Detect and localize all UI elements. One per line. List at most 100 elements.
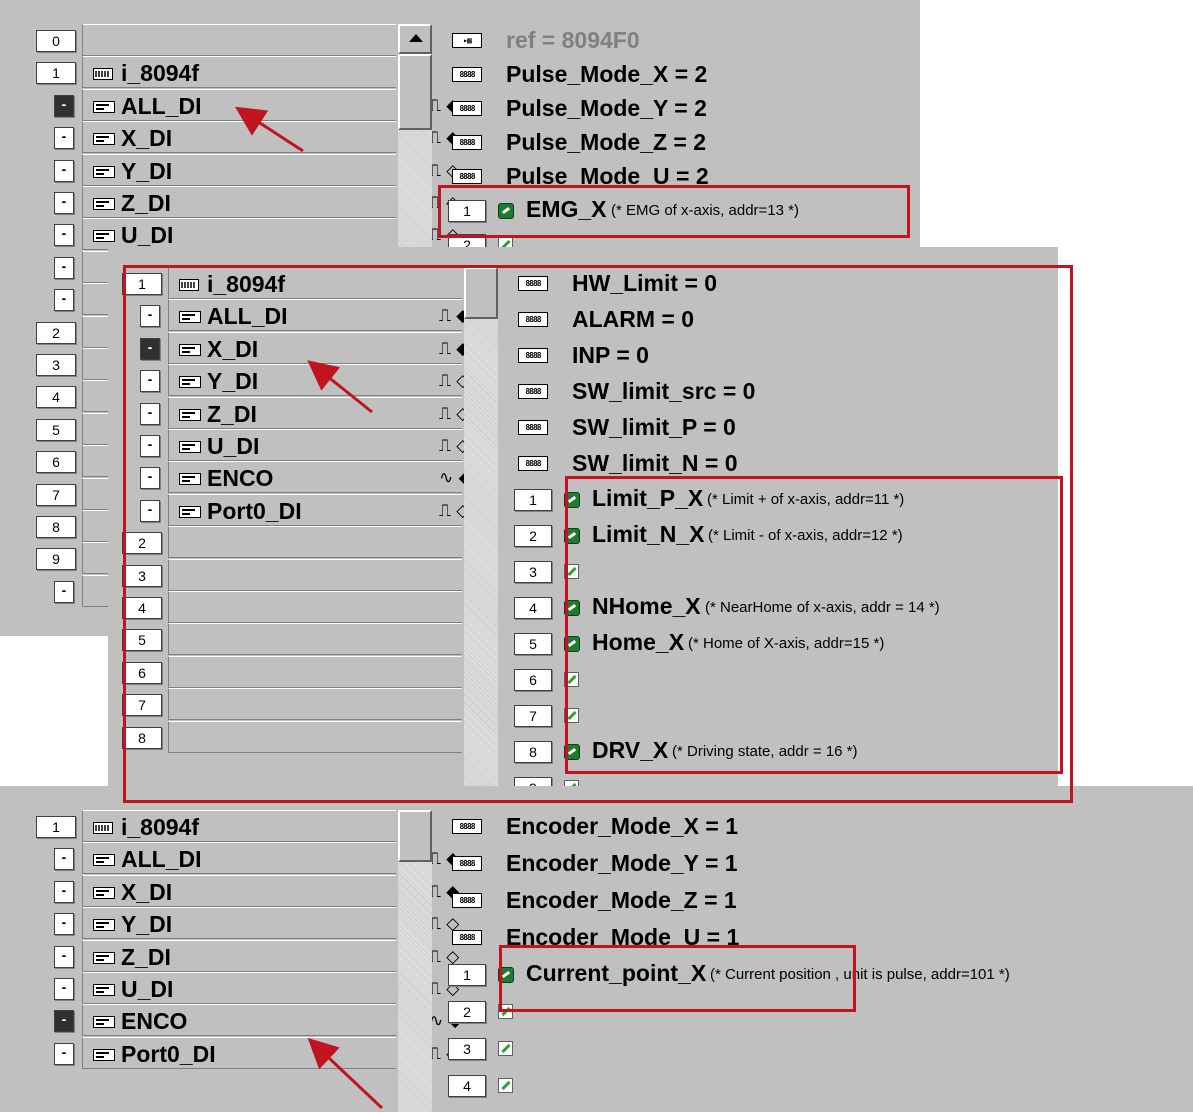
tree-cell[interactable]: ALL_DI ⎍ ◆ [82,88,459,121]
board-icon [93,67,113,85]
row-expand-box[interactable]: - [54,289,74,312]
row-index-box[interactable]: 7 [36,483,76,506]
module-name: ENCO [121,1008,188,1035]
tree-cell[interactable]: Y_DI ⎍ ◇ [82,153,459,186]
module-name: X_DI [121,878,173,905]
row-expand-box[interactable]: - [54,580,74,603]
variable-index-box[interactable]: 1 [448,964,486,986]
variable-index-box[interactable]: 3 [448,1038,486,1060]
highlight-emg-x [438,185,910,238]
parameter-text: Pulse_Mode_Y = 2 [506,95,707,121]
row-expand-box[interactable]: - [54,1042,74,1065]
row-expand-box[interactable]: - [54,224,74,247]
tree-row[interactable]: 1 i_8094f [0,810,396,843]
module-icon [93,132,115,150]
variable-index-box[interactable]: 2 [448,1001,486,1023]
row-expand-box[interactable]: - [54,848,74,871]
parameter-row[interactable]: 8888 Pulse_Mode_Y = 2 [434,92,920,126]
parameter-icon: 8888 [452,101,482,116]
row-expand-box[interactable]: - [54,880,74,903]
tree-row[interactable]: 0 [0,24,396,57]
tree-cell[interactable]: Z_DI ⎍ ◇ [82,186,459,218]
parameter-icon: 8888 [452,135,482,150]
row-index-box[interactable]: 4 [36,386,76,409]
module-name: U_DI [121,222,174,249]
module-name: Port0_DI [121,1040,216,1067]
row-index-box[interactable]: 5 [36,418,76,441]
tree-cell[interactable]: ALL_DI ⎍ ◆ [82,842,459,875]
module-tree-scrollbar[interactable] [398,810,432,1112]
tree-row[interactable]: - X_DI ⎍ ◆ [0,121,459,154]
row-index-box[interactable]: 1 [36,62,76,85]
tree-row[interactable]: - ALL_DI ⎍ ◆ [0,88,459,122]
parameter-row[interactable]: 8888 Pulse_Mode_Z = 2 [434,126,920,160]
row-expand-box[interactable]: - [54,256,74,279]
tree-cell[interactable]: i_8094f [82,56,396,89]
parameter-row[interactable]: 8888 Encoder_Mode_X = 1 [434,810,1193,844]
module-name: U_DI [121,976,174,1002]
row-index-box[interactable]: 8 [36,516,76,538]
row-index-box[interactable]: 1 [36,816,76,838]
tree-cell[interactable]: Y_DI ⎍ ◇ [82,907,459,940]
tree-cell[interactable]: U_DI ⎍ ◇ [82,972,459,1004]
tree-row[interactable]: - ENCO ∿ ◆ [0,1004,462,1037]
tree-row[interactable]: - Port0_DI ⎍ ◇ [0,1036,459,1070]
parameter-icon: 8888 [452,67,482,82]
tree-cell[interactable]: Z_DI ⎍ ◇ [82,939,459,972]
row-index-box[interactable]: 0 [36,30,76,52]
module-icon [93,918,115,936]
scroll-thumb[interactable] [398,810,432,862]
empty-variable-row[interactable]: 4 [434,1069,1193,1103]
parameter-text: Encoder_Mode_X = 1 [506,813,738,839]
tree-row[interactable]: - Y_DI ⎍ ◇ [0,907,459,940]
row-index-box[interactable]: 3 [36,354,76,376]
tree-cell[interactable]: U_DI ⎍ ◇ [82,218,459,251]
module-icon [93,983,115,1001]
tree-cell[interactable] [82,24,396,56]
tree-cell[interactable]: Port0_DI ⎍ ◇ [82,1036,459,1069]
variable-index-box[interactable]: 4 [448,1075,486,1097]
tree-row[interactable]: - Z_DI ⎍ ◇ [0,939,459,973]
scroll-up-arrow[interactable] [398,24,432,54]
parameter-row[interactable]: 8888 Encoder_Mode_Z = 1 [434,884,1193,918]
row-expand-box[interactable]: - [54,913,74,936]
tree-cell[interactable]: i_8094f [82,810,396,842]
module-name: X_DI [121,125,173,152]
parameter-text: ref = 8094F0 [506,27,640,53]
tree-row[interactable]: 1 i_8094f [0,56,396,89]
parameter-row[interactable]: 8888 Encoder_Mode_Y = 1 [434,847,1193,881]
empty-variable-row[interactable]: 3 [434,1032,1193,1066]
row-expand-box[interactable]: - [54,1010,74,1033]
tree-row[interactable]: - U_DI ⎍ ◇ [0,972,459,1005]
scroll-thumb[interactable] [398,54,432,130]
row-index-box[interactable]: 9 [36,548,76,571]
parameter-text: Pulse_Mode_X = 2 [506,61,708,87]
module-icon [93,853,115,871]
parameter-row[interactable]: 8888 Pulse_Mode_X = 2 [434,58,920,92]
parameter-icon: 8888 [452,856,482,871]
tree-row[interactable]: - Z_DI ⎍ ◇ [0,186,459,219]
parameter-text: Encoder_Mode_Y = 1 [506,850,738,876]
tree-cell[interactable]: X_DI ⎍ ◆ [82,874,459,907]
row-index-box[interactable]: 6 [36,451,76,474]
row-index-box[interactable]: 2 [36,321,76,344]
tree-cell[interactable]: X_DI ⎍ ◆ [82,121,459,154]
module-icon [93,951,115,969]
ref-row[interactable]: ▸▦ ref = 8094F0 [434,24,920,58]
row-expand-box[interactable]: - [54,127,74,150]
module-name: Z_DI [121,943,171,970]
tree-cell[interactable]: ENCO ∿ ◆ [82,1004,462,1037]
row-expand-box[interactable]: - [54,945,74,968]
parameter-icon: 8888 [452,169,482,184]
tree-row[interactable]: - X_DI ⎍ ◆ [0,874,459,908]
tree-row[interactable]: - Y_DI ⎍ ◇ [0,153,459,187]
module-icon [93,229,115,247]
parameter-text: Encoder_Mode_Z = 1 [506,887,737,913]
row-expand-box[interactable]: - [54,94,74,117]
parameter-icon: 8888 [452,819,482,834]
module-name: ALL_DI [121,846,202,873]
row-expand-box[interactable]: - [54,978,74,1000]
tree-row[interactable]: - ALL_DI ⎍ ◆ [0,842,459,875]
row-expand-box[interactable]: - [54,192,74,214]
row-expand-box[interactable]: - [54,159,74,182]
